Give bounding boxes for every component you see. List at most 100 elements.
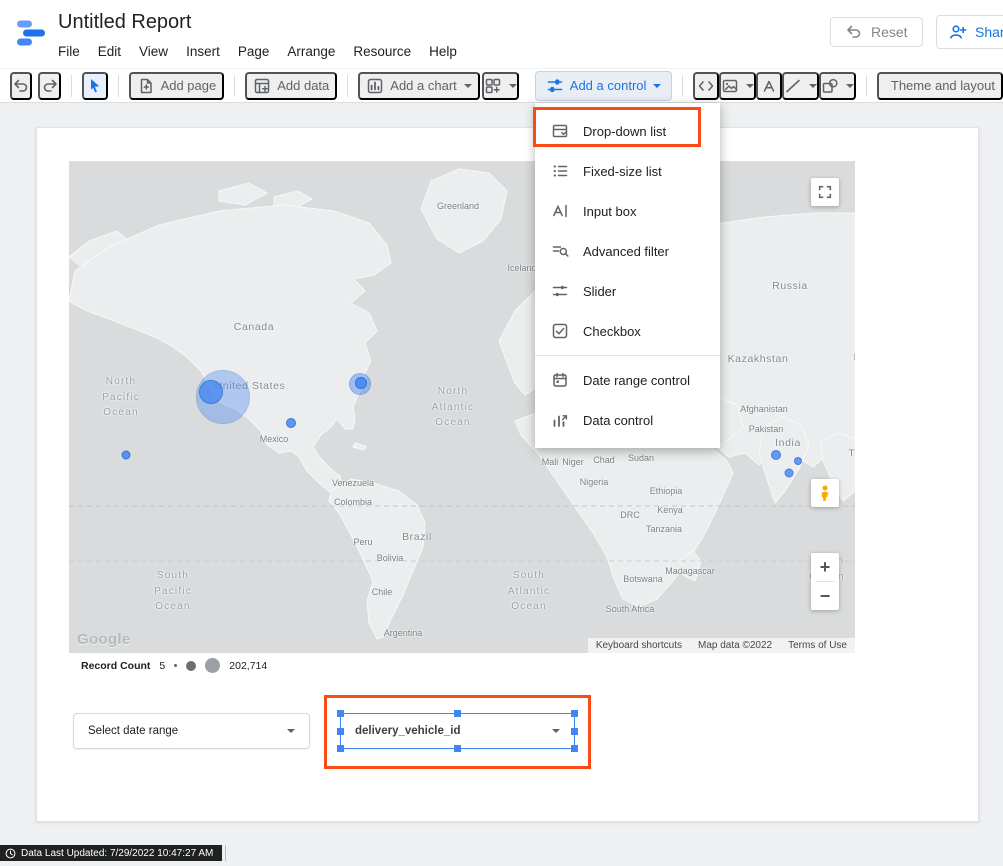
selection-handle[interactable] — [337, 728, 344, 735]
vehicle-filter-control[interactable]: delivery_vehicle_id — [340, 713, 575, 749]
menu-item-label: Input box — [583, 204, 637, 219]
menu-item-checkbox[interactable]: Checkbox — [535, 311, 720, 351]
add-control-menu: Drop-down list Fixed-size list Input box… — [535, 103, 720, 448]
advanced-filter-icon — [551, 242, 569, 260]
menu-item-advanced-filter[interactable]: Advanced filter — [535, 231, 720, 271]
selection-handle[interactable] — [454, 710, 461, 717]
chevron-down-icon — [653, 84, 661, 88]
add-page-button[interactable]: Add page — [129, 72, 225, 100]
reset-button[interactable]: Reset — [830, 17, 923, 47]
text-tool-button[interactable] — [756, 72, 782, 100]
chevron-down-icon — [846, 84, 854, 88]
toolbar-separator — [234, 75, 235, 97]
select-tool-button[interactable] — [82, 72, 108, 100]
fixed-size-list-icon — [551, 162, 569, 180]
chevron-down-icon — [746, 84, 754, 88]
map-attribution-link[interactable]: Terms of Use — [788, 640, 847, 651]
menubar: FileEditViewInsertPageArrangeResourceHel… — [49, 40, 466, 63]
share-label: Share — [975, 24, 1003, 40]
date-range-label: Select date range — [88, 725, 178, 737]
input-box-icon — [551, 202, 569, 220]
shape-tool-button[interactable] — [819, 72, 856, 100]
map-attribution-link[interactable]: Map data ©2022 — [698, 640, 772, 651]
selection-handle[interactable] — [337, 710, 344, 717]
menu-divider — [535, 355, 720, 356]
selection-handle[interactable] — [571, 728, 578, 735]
date-range-control[interactable]: Select date range — [73, 713, 310, 749]
map-attribution: Keyboard shortcuts Map data ©2022 Terms of… — [588, 638, 855, 653]
add-data-label: Add data — [277, 78, 329, 93]
legend-large-bubble — [205, 658, 220, 673]
legend-min-value: 5 — [159, 660, 165, 672]
shape-icon — [821, 77, 839, 95]
menubar-item[interactable]: Insert — [177, 40, 229, 63]
last-updated-text: Data Last Updated: 7/29/2022 10:47:27 AM — [21, 848, 213, 859]
add-data-icon — [253, 77, 271, 95]
clock-icon — [5, 848, 16, 859]
theme-layout-label: Theme and layout — [891, 78, 995, 93]
undo-button[interactable] — [10, 72, 32, 100]
share-button[interactable]: Share — [936, 15, 1003, 49]
status-bar: Data Last Updated: 7/29/2022 10:47:27 AM — [0, 845, 222, 861]
line-tool-button[interactable] — [782, 72, 819, 100]
menubar-item[interactable]: Resource — [344, 40, 420, 63]
menu-item-label: Checkbox — [583, 324, 641, 339]
zoom-in-button[interactable]: + — [811, 553, 839, 581]
vehicle-filter-label: delivery_vehicle_id — [355, 725, 460, 737]
map-bubble — [771, 450, 781, 460]
zoom-out-button[interactable]: − — [811, 582, 839, 610]
menubar-item[interactable]: File — [49, 40, 89, 63]
image-icon — [721, 77, 739, 95]
menu-item-label: Date range control — [583, 373, 690, 388]
legend-max-value: 202,714 — [229, 660, 267, 672]
image-tool-button[interactable] — [719, 72, 756, 100]
community-visualizations-button[interactable] — [482, 72, 519, 100]
app-header: Untitled Report FileEditViewInsertPageAr… — [0, 0, 1003, 68]
map-bubble — [199, 380, 223, 404]
selection-handle[interactable] — [571, 710, 578, 717]
reset-label: Reset — [871, 24, 908, 40]
legend-medium-bubble — [186, 661, 196, 671]
selection-handle[interactable] — [454, 745, 461, 752]
menubar-item[interactable]: Page — [229, 40, 279, 63]
redo-button[interactable] — [38, 72, 60, 100]
menu-item-date-range-control[interactable]: Date range control — [535, 360, 720, 400]
theme-and-layout-button[interactable]: Theme and layout — [877, 72, 1003, 100]
selection-handle[interactable] — [337, 745, 344, 752]
tune-icon — [546, 77, 564, 95]
report-page-canvas[interactable]: GreenlandIcelandCanadaUnited StatesMexic… — [36, 127, 979, 822]
menubar-item[interactable]: Edit — [89, 40, 130, 63]
report-title: Untitled Report — [58, 11, 191, 34]
map-bubble — [122, 451, 131, 460]
map-fullscreen-button[interactable] — [811, 178, 839, 206]
legend-metric-label: Record Count — [81, 660, 150, 672]
chevron-down-icon — [809, 84, 817, 88]
selection-handle[interactable] — [571, 745, 578, 752]
map-zoom-control: + − — [811, 553, 839, 610]
bubble-map-chart[interactable]: GreenlandIcelandCanadaUnited StatesMexic… — [69, 161, 855, 653]
map-bubble — [794, 457, 802, 465]
add-chart-button[interactable]: Add a chart — [358, 72, 480, 100]
street-view-pegman-button[interactable] — [811, 479, 839, 507]
add-data-button[interactable]: Add data — [245, 72, 337, 100]
data-studio-logo[interactable] — [13, 15, 49, 51]
person-add-icon — [949, 23, 967, 41]
add-page-icon — [137, 77, 155, 95]
slider-icon — [551, 282, 569, 300]
menu-item-fixed-size-list[interactable]: Fixed-size list — [535, 151, 720, 191]
add-a-control-button[interactable]: Add a control — [535, 71, 673, 101]
menu-item-label: Slider — [583, 284, 616, 299]
menu-item-input-box[interactable]: Input box — [535, 191, 720, 231]
menu-item-data-control[interactable]: Data control — [535, 400, 720, 440]
map-attribution-link[interactable]: Keyboard shortcuts — [596, 640, 682, 651]
dropdown-list-icon — [551, 122, 569, 140]
menu-item-dropdown-list[interactable]: Drop-down list — [535, 111, 720, 151]
menubar-item[interactable]: Help — [420, 40, 466, 63]
menubar-item[interactable]: Arrange — [278, 40, 344, 63]
chevron-down-icon — [287, 729, 295, 733]
menu-item-slider[interactable]: Slider — [535, 271, 720, 311]
menubar-item[interactable]: View — [130, 40, 177, 63]
code-embed-icon — [697, 77, 715, 95]
embed-button[interactable] — [693, 72, 719, 100]
toolbar-separator — [682, 75, 683, 97]
